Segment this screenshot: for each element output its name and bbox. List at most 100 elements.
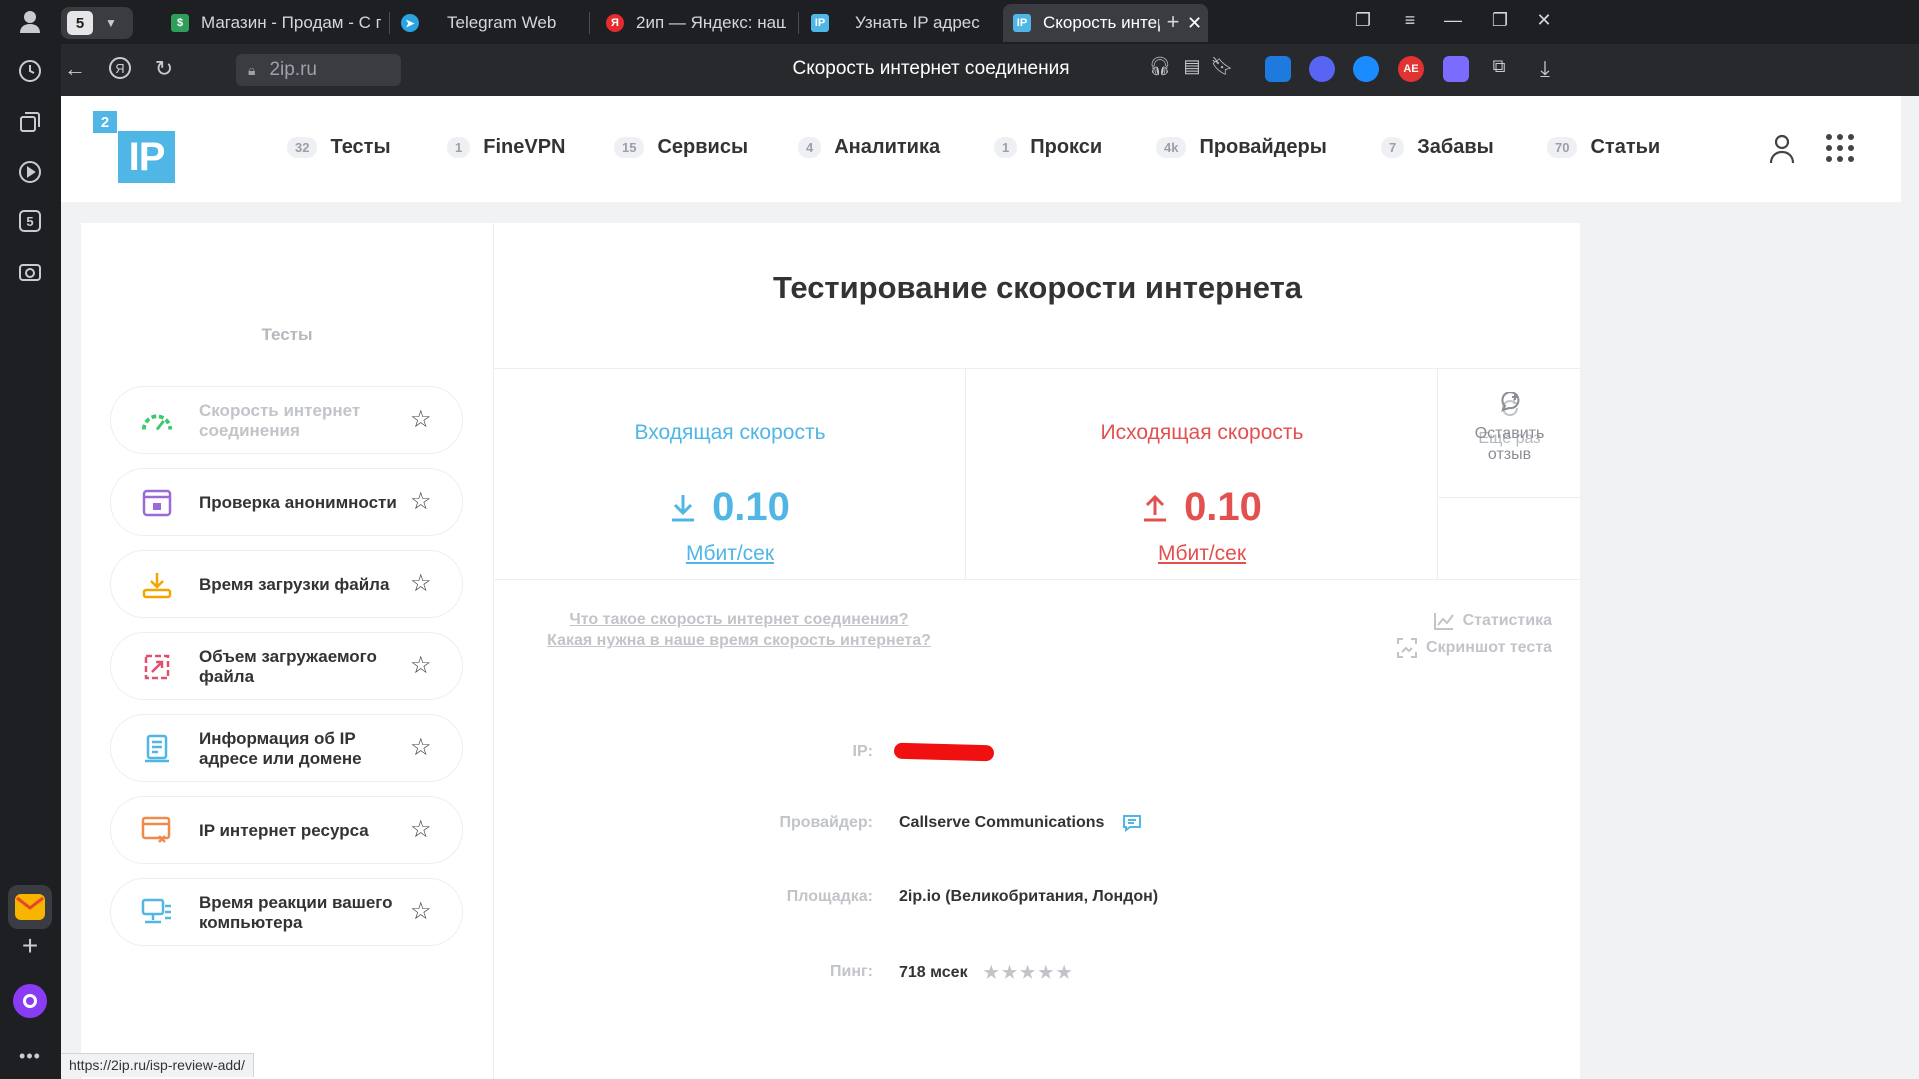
- close-tab-icon[interactable]: ✕: [1187, 13, 1202, 34]
- tab-shop[interactable]: $ Магазин - Продам - С гар: [171, 4, 381, 42]
- sidebar-item-reaction-time[interactable]: Время реакции вашего компьютера ☆: [110, 878, 463, 946]
- nav-services[interactable]: 15 Сервисы: [614, 136, 748, 159]
- headphones-icon[interactable]: 🎧︎: [1146, 56, 1174, 77]
- favorite-star-icon[interactable]: ☆: [410, 899, 432, 925]
- site-key: Площадка:: [786, 888, 873, 905]
- outgoing-speed-unit-link[interactable]: Мбит/сек: [966, 542, 1438, 566]
- incoming-speed-label: Входящая скорость: [634, 421, 826, 444]
- browser-sidebar: 5 + •••: [0, 0, 61, 1079]
- nav-label: Прокси: [1030, 136, 1103, 158]
- menu-icon[interactable]: ≡: [1398, 10, 1422, 31]
- nav-analytics[interactable]: 4 Аналитика: [798, 136, 940, 159]
- reload-icon[interactable]: ↻: [150, 56, 178, 82]
- screenshot-frame-icon: [1396, 637, 1418, 659]
- ping-value: 718 мсек: [899, 964, 968, 981]
- sidebar-item-download-time[interactable]: Время загрузки файла ☆: [110, 550, 463, 618]
- apps-grid-icon[interactable]: [1826, 134, 1854, 162]
- history-icon[interactable]: [14, 55, 46, 87]
- favorite-star-icon[interactable]: ☆: [410, 817, 432, 843]
- sidebar-title: Тесты: [261, 325, 313, 344]
- provider-comment-icon[interactable]: [1122, 814, 1142, 832]
- speedometer-icon: [141, 405, 173, 437]
- tab-title: Магазин - Продам - С гар: [201, 13, 381, 32]
- url-field[interactable]: 🔒︎ 2ip.ru: [236, 54, 401, 86]
- outgoing-speed: Исходящая скорость 0.10 Мбит/сек: [966, 369, 1438, 579]
- back-icon[interactable]: ←: [61, 56, 89, 82]
- sidebar-item-ip-info[interactable]: Информация об IP адресе или домене ☆: [110, 714, 463, 782]
- downloads-icon[interactable]: ⤓: [1531, 56, 1559, 82]
- new-tab-button[interactable]: +: [1159, 8, 1187, 36]
- tab-yandex-search[interactable]: Я 2ип — Яндекс: нашлось 6: [606, 4, 786, 42]
- nav-articles[interactable]: 70 Статьи: [1547, 136, 1660, 159]
- nav-count-badge: 1: [447, 137, 471, 158]
- required-speed-link[interactable]: Какая нужна в наше время скорость интерн…: [494, 630, 984, 651]
- sidebar-item-speed-test[interactable]: Скорость интернет соединения ☆: [110, 386, 463, 454]
- video-play-icon[interactable]: [14, 156, 46, 188]
- tab-group-button[interactable]: 5 ▼: [61, 7, 133, 39]
- nav-tests[interactable]: 32 Тесты: [287, 136, 391, 159]
- mail-app-icon[interactable]: [8, 885, 52, 929]
- outgoing-speed-value: 0.10: [1184, 485, 1262, 529]
- favorite-star-icon[interactable]: ☆: [410, 653, 432, 679]
- site-logo[interactable]: 2 IP: [93, 111, 177, 187]
- screenshot-link[interactable]: Скриншот теста: [1396, 634, 1552, 661]
- close-window-icon[interactable]: ✕: [1532, 10, 1556, 31]
- discord-icon[interactable]: [1309, 56, 1335, 82]
- translate-extension-icon[interactable]: [1265, 56, 1291, 82]
- incoming-speed: Входящая скорость 0.10 Мбит/сек: [494, 369, 966, 579]
- web-resource-icon: [141, 815, 173, 847]
- favorite-star-icon[interactable]: ☆: [410, 489, 432, 515]
- extensions-icon[interactable]: ⧉: [1485, 56, 1513, 77]
- nav-fun[interactable]: 7 Забавы: [1381, 136, 1494, 159]
- restore-icon[interactable]: ❐: [1488, 10, 1512, 31]
- statistics-link[interactable]: Статистика: [1396, 607, 1552, 634]
- nav-label: FineVPN: [483, 136, 566, 158]
- favorite-star-icon[interactable]: ☆: [410, 571, 432, 597]
- more-icon[interactable]: •••: [14, 1040, 46, 1072]
- incoming-speed-unit-link[interactable]: Мбит/сек: [494, 542, 966, 566]
- tab-ip-address[interactable]: IP Узнать IP адрес: [811, 4, 991, 42]
- review-label-line1: Оставить: [1474, 425, 1545, 442]
- nav-label: Сервисы: [657, 136, 749, 158]
- favorite-star-icon[interactable]: ☆: [410, 407, 432, 433]
- page-title-bar: Скорость интернет соединения: [792, 58, 1070, 79]
- address-bar: ← Я ↻ 🔒︎ 2ip.ru Скорость интернет соедин…: [61, 44, 1919, 96]
- status-url: https://2ip.ru/isp-review-add/: [61, 1053, 254, 1077]
- logo-small: 2: [93, 111, 117, 133]
- web-page: 2 IP 32 Тесты 1 FineVPN 15 Сервисы 4 Аналити…: [61, 96, 1901, 1079]
- nav-proxy[interactable]: 1 Прокси: [994, 136, 1102, 159]
- favorite-star-icon[interactable]: ☆: [410, 735, 432, 761]
- leave-review-button[interactable]: Оставить отзыв: [1438, 391, 1581, 579]
- sidebar-item-anonymity[interactable]: Проверка анонимности ☆: [110, 468, 463, 536]
- yandex-home-icon[interactable]: Я: [106, 56, 134, 86]
- file-size-icon: [141, 651, 173, 683]
- reader-mode-icon[interactable]: ▤: [1178, 56, 1206, 77]
- main-title: Тестирование скорости интернета: [772, 270, 1303, 305]
- vpn-extension-icon[interactable]: [1443, 56, 1469, 82]
- sidebar-item-web-resource[interactable]: IP интернет ресурса ☆: [110, 796, 463, 864]
- download-arrow-icon: [670, 493, 696, 523]
- tabs-counter-icon[interactable]: 5: [14, 205, 46, 237]
- collections-icon[interactable]: [14, 106, 46, 138]
- profile-icon[interactable]: [14, 6, 46, 38]
- screenshot-icon[interactable]: [14, 256, 46, 288]
- incoming-speed-value: 0.10: [712, 485, 790, 529]
- bookmark-icon[interactable]: 🔖︎: [1208, 56, 1236, 77]
- svg-text:5: 5: [26, 214, 33, 229]
- alice-assistant-icon[interactable]: [13, 984, 47, 1018]
- tabs-manager-icon[interactable]: ❐: [1351, 10, 1375, 31]
- tab-telegram[interactable]: ➤ Telegram Web: [401, 4, 581, 42]
- adblock-extension-icon[interactable]: AE: [1398, 56, 1424, 82]
- nav-providers[interactable]: 4k Провайдеры: [1156, 136, 1327, 159]
- incoming-speed-value-row: 0.10: [494, 485, 966, 530]
- sidebar-item-file-size[interactable]: Объем загружаемого файла ☆: [110, 632, 463, 700]
- provider-value: Callserve Communications: [899, 814, 1142, 832]
- what-is-speed-link[interactable]: Что такое скорость интернет соединения?: [494, 609, 984, 630]
- shazam-icon[interactable]: [1353, 56, 1379, 82]
- nav-count-badge: 4: [798, 137, 822, 158]
- ip-info-icon: [141, 733, 173, 765]
- nav-finevpn[interactable]: 1 FineVPN: [447, 136, 565, 159]
- user-account-icon[interactable]: [1768, 134, 1796, 164]
- minimize-icon[interactable]: —: [1441, 10, 1465, 31]
- add-panel-icon[interactable]: +: [14, 930, 46, 962]
